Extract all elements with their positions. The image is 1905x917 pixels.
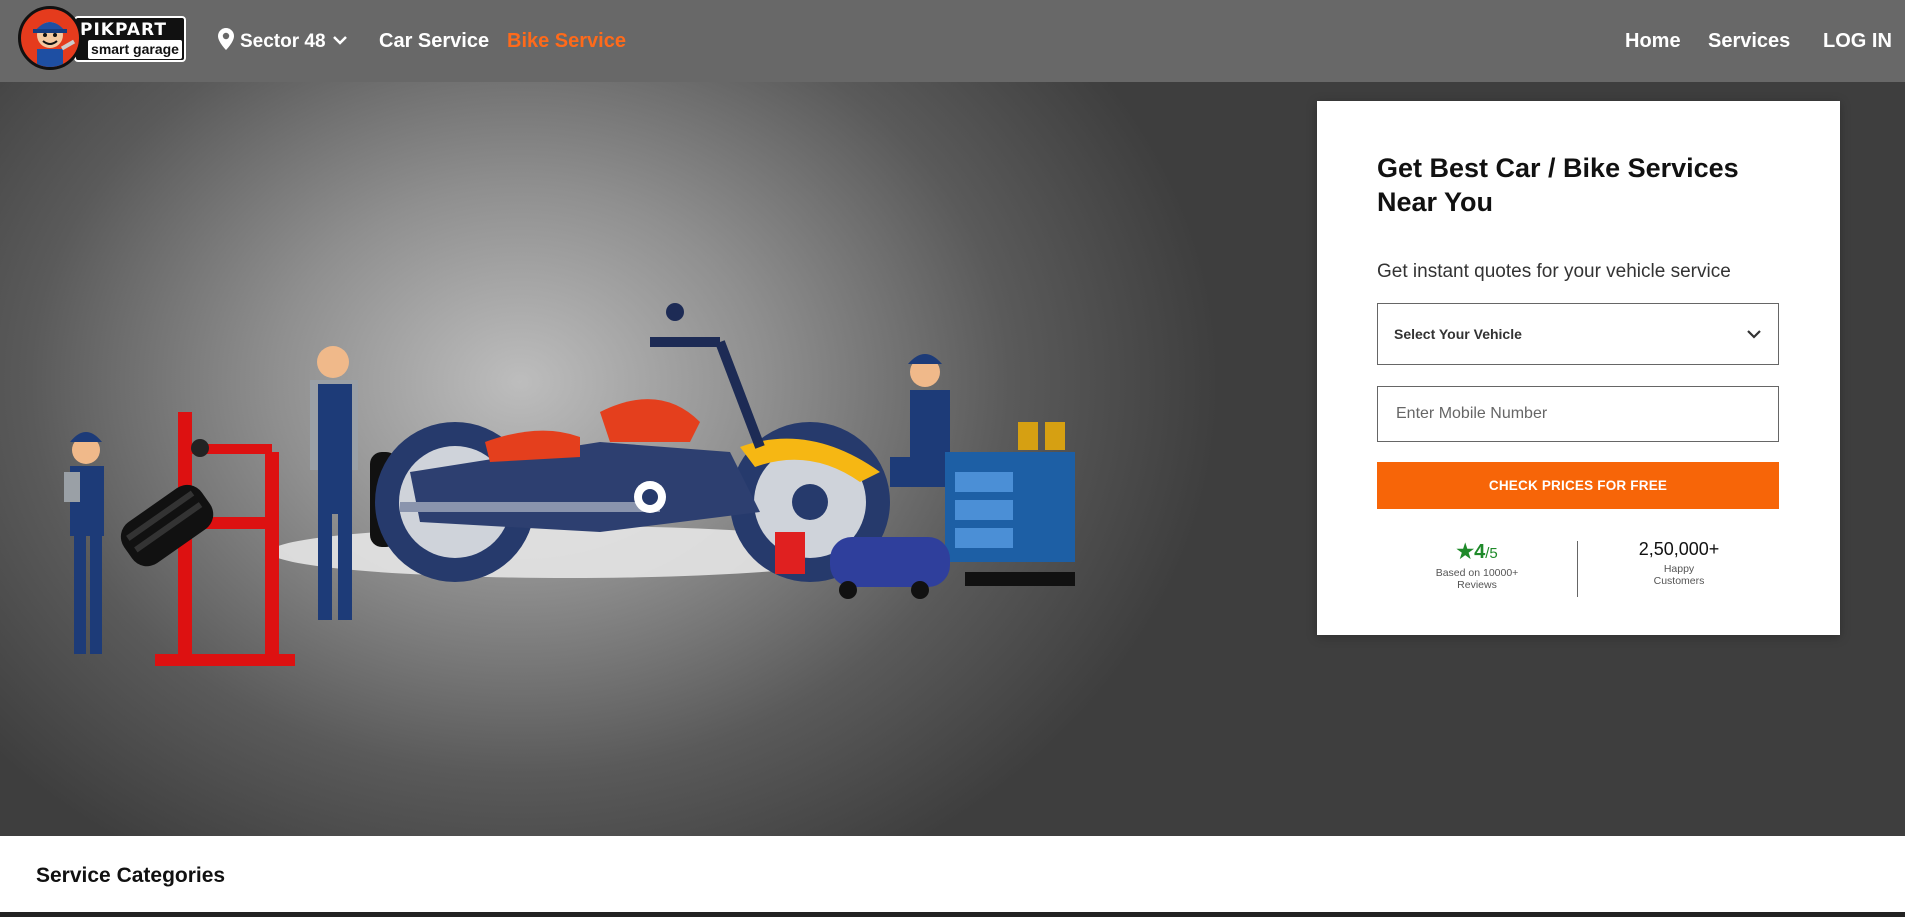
nav-car-service[interactable]: Car Service <box>379 30 489 53</box>
check-prices-button[interactable]: CHECK PRICES FOR FREE <box>1377 462 1779 509</box>
location-selector[interactable]: Sector 48 <box>218 28 348 55</box>
rating-caption: Based on 10000+ Reviews <box>1435 567 1519 591</box>
logo-tagline: smart garage <box>88 40 182 59</box>
rating-value: ★4/5 <box>1456 541 1498 563</box>
nav-home[interactable]: Home <box>1625 30 1681 53</box>
logo-brand-text: PIKPART <box>80 20 167 40</box>
location-label: Sector 48 <box>240 30 326 52</box>
pikpart-logo[interactable]: PIKPART smart garage <box>18 6 190 74</box>
vehicle-select[interactable]: Select Your Vehicle <box>1377 303 1779 365</box>
customers-stat: 2,50,000+ Happy Customers <box>1579 539 1779 587</box>
stats-divider <box>1577 541 1578 597</box>
hero-banner: Get Best Car / Bike Services Near You Ge… <box>0 82 1905 836</box>
bottom-edge-bar <box>0 912 1905 917</box>
star-icon: ★ <box>1456 541 1475 563</box>
mechanic-mascot-icon <box>18 6 82 70</box>
form-title: Get Best Car / Bike Services Near You <box>1377 153 1739 217</box>
trust-stats: ★4/5 Based on 10000+ Reviews 2,50,000+ H… <box>1377 539 1779 597</box>
rating-denominator: /5 <box>1485 545 1498 562</box>
customers-caption: Happy Customers <box>1653 563 1705 587</box>
logo-wordmark: PIKPART smart garage <box>74 16 186 62</box>
service-categories-heading: Service Categories <box>36 864 226 887</box>
nav-services[interactable]: Services <box>1708 30 1790 53</box>
mechanics-motorbike-illustration <box>64 303 1075 666</box>
customers-value: 2,50,000+ <box>1638 539 1720 559</box>
nav-bike-service[interactable]: Bike Service <box>507 30 626 53</box>
quote-form-card: Get Best Car / Bike Services Near You Ge… <box>1317 101 1840 635</box>
rating-stat: ★4/5 Based on 10000+ Reviews <box>1377 539 1577 591</box>
nav-login[interactable]: LOG IN <box>1823 30 1892 53</box>
chevron-down-icon <box>332 33 348 51</box>
vehicle-select-value: Select Your Vehicle <box>1394 326 1522 342</box>
location-pin-icon <box>218 28 234 55</box>
top-navbar: PIKPART smart garage Sector 48 Car Servi… <box>0 0 1905 82</box>
chevron-down-icon <box>1746 326 1762 342</box>
form-subtitle: Get instant quotes for your vehicle serv… <box>1377 261 1731 282</box>
mobile-number-input[interactable] <box>1377 386 1779 442</box>
